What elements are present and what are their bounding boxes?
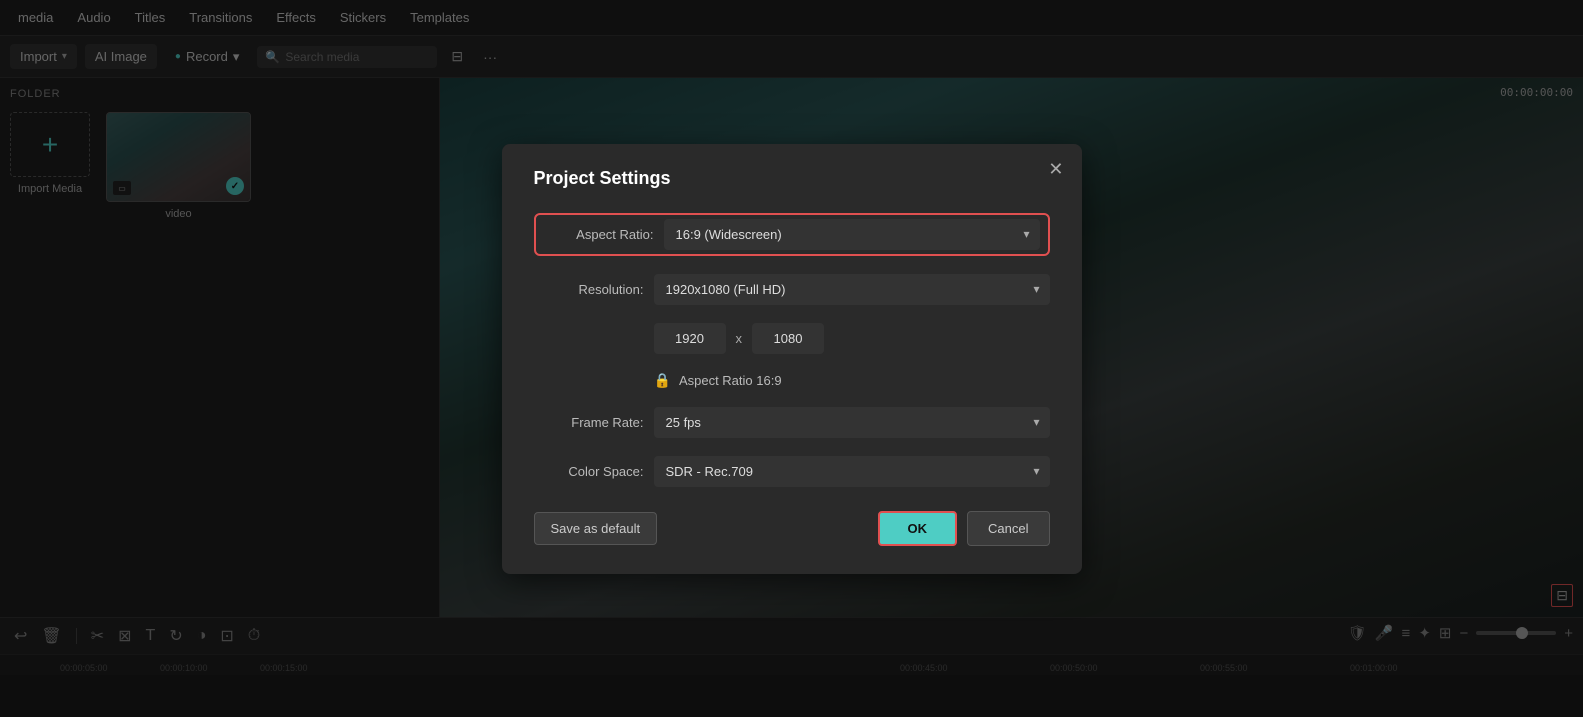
frame-rate-select[interactable]: 25 fps 24 fps 30 fps 60 fps [654,407,1050,438]
dialog-footer: Save as default OK Cancel [534,511,1050,546]
dialog-title: Project Settings [534,168,1050,189]
aspect-ratio-select[interactable]: 16:9 (Widescreen) 4:3 1:1 9:16 [664,219,1040,250]
save-as-default-button[interactable]: Save as default [534,512,658,545]
color-space-label: Color Space: [534,464,644,479]
height-input[interactable]: 1080 [752,323,824,354]
dialog-overlay: Project Settings ✕ Aspect Ratio: 16:9 (W… [0,0,1583,717]
project-settings-dialog: Project Settings ✕ Aspect Ratio: 16:9 (W… [502,144,1082,574]
lock-label: Aspect Ratio 16:9 [679,373,782,388]
cancel-button[interactable]: Cancel [967,511,1049,546]
resolution-select-wrapper: 1920x1080 (Full HD) 1280x720 (HD) 3840x2… [654,274,1050,305]
frame-rate-label: Frame Rate: [534,415,644,430]
aspect-ratio-select-wrapper: 16:9 (Widescreen) 4:3 1:1 9:16 [664,219,1040,250]
color-space-select-wrapper: SDR - Rec.709 HDR - Rec.2020 [654,456,1050,487]
ok-button[interactable]: OK [878,511,958,546]
footer-right-buttons: OK Cancel [878,511,1050,546]
aspect-ratio-row: Aspect Ratio: 16:9 (Widescreen) 4:3 1:1 … [534,213,1050,256]
dimension-row: 1920 x 1080 [654,323,1050,354]
resolution-label: Resolution: [534,282,644,297]
frame-rate-select-wrapper: 25 fps 24 fps 30 fps 60 fps [654,407,1050,438]
resolution-select[interactable]: 1920x1080 (Full HD) 1280x720 (HD) 3840x2… [654,274,1050,305]
width-input[interactable]: 1920 [654,323,726,354]
aspect-ratio-label: Aspect Ratio: [544,227,654,242]
dimension-x-separator: x [736,331,743,346]
lock-ratio-row: 🔒 Aspect Ratio 16:9 [654,372,1050,389]
dialog-close-button[interactable]: ✕ [1048,160,1063,178]
color-space-select[interactable]: SDR - Rec.709 HDR - Rec.2020 [654,456,1050,487]
color-space-row: Color Space: SDR - Rec.709 HDR - Rec.202… [534,456,1050,487]
lock-icon: 🔒 [654,372,671,389]
resolution-row: Resolution: 1920x1080 (Full HD) 1280x720… [534,274,1050,305]
frame-rate-row: Frame Rate: 25 fps 24 fps 30 fps 60 fps [534,407,1050,438]
